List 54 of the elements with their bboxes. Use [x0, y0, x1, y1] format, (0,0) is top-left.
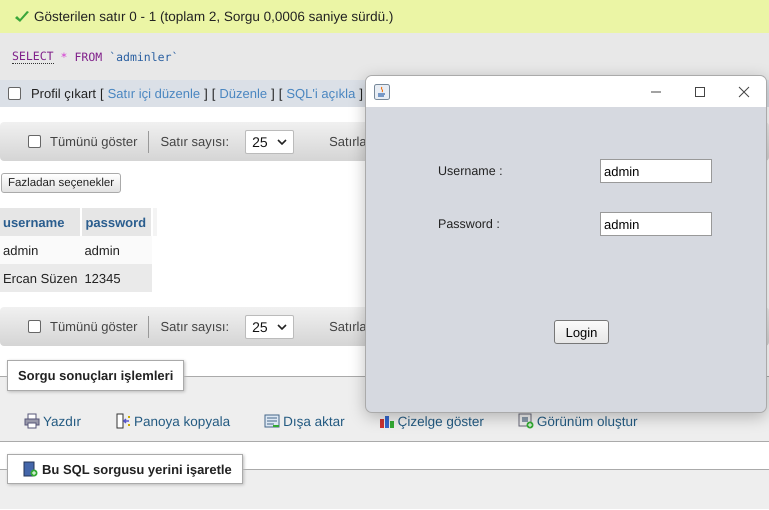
rows-label: Satır sayısı:: [160, 319, 230, 334]
clipboard-icon: [115, 413, 132, 429]
operation-link[interactable]: Yazdır: [24, 413, 82, 429]
operation-link[interactable]: Dışa aktar: [264, 413, 345, 429]
bracket: [: [100, 86, 104, 101]
caret-icon: [277, 324, 288, 330]
maximize-icon[interactable]: [694, 86, 706, 98]
input-field[interactable]: admin: [600, 212, 712, 236]
printer-icon: [24, 413, 40, 429]
table-cell: Ercan Süzen: [0, 264, 82, 292]
app-icon: [374, 84, 390, 100]
filter-label: Satırla: [329, 319, 367, 334]
section-title: Sorgu sonuçları işlemleri: [7, 360, 184, 391]
show-all-label: Tümünü göster: [50, 134, 138, 149]
document-icon: [264, 413, 280, 429]
checkbox[interactable]: [8, 87, 21, 100]
sql-operator: *: [60, 50, 68, 64]
check-icon: [14, 8, 30, 24]
field-label: Username :: [438, 164, 504, 178]
bracket: ]: [204, 86, 208, 101]
input-field[interactable]: admin: [600, 159, 712, 183]
rows-select[interactable]: 25: [245, 130, 294, 154]
rows-select[interactable]: 25: [245, 314, 294, 338]
bar-chart-icon: [378, 413, 395, 429]
operation-link[interactable]: Panoya kopyala: [115, 413, 230, 429]
checkbox[interactable]: [28, 135, 41, 148]
table-cell: 12345: [81, 264, 152, 292]
operation-link[interactable]: Çizelge göster: [378, 413, 484, 429]
close-icon[interactable]: [738, 86, 750, 98]
bracket: [: [278, 86, 282, 101]
column-header[interactable]: password: [81, 208, 152, 236]
profile-label: Profil çıkart: [31, 86, 96, 101]
checkbox[interactable]: [28, 320, 41, 333]
field-label: Password :: [438, 217, 501, 231]
rows-label: Satır sayısı:: [160, 134, 230, 149]
operation-link[interactable]: Görünüm oluştur: [518, 413, 638, 429]
show-all-label: Tümünü göster: [50, 319, 138, 334]
extra-options-button[interactable]: Fazladan seçenekler: [1, 173, 122, 193]
bracket: ]: [359, 86, 363, 101]
bookmark-title: Bu SQL sorgusu yerini işaretle: [42, 462, 232, 476]
login-button[interactable]: Login: [554, 320, 609, 344]
sql-keyword: FROM: [74, 50, 102, 64]
sql-table-name: `adminler`: [109, 50, 178, 64]
table-cell: admin: [0, 236, 82, 264]
success-message: Gösterilen satır 0 - 1 (toplam 2, Sorgu 0,0006 saniye sürdü.): [34, 9, 394, 24]
sql-keyword[interactable]: SELECT: [12, 49, 54, 64]
book-add-icon: [22, 461, 38, 477]
caret-icon: [277, 138, 288, 144]
column-header[interactable]: username: [0, 208, 82, 236]
filter-label: Satırla: [329, 134, 367, 149]
window-add-icon: [518, 413, 534, 429]
bracket: ]: [271, 86, 275, 101]
table-cell: admin: [81, 236, 152, 264]
bracket: [: [212, 86, 216, 101]
